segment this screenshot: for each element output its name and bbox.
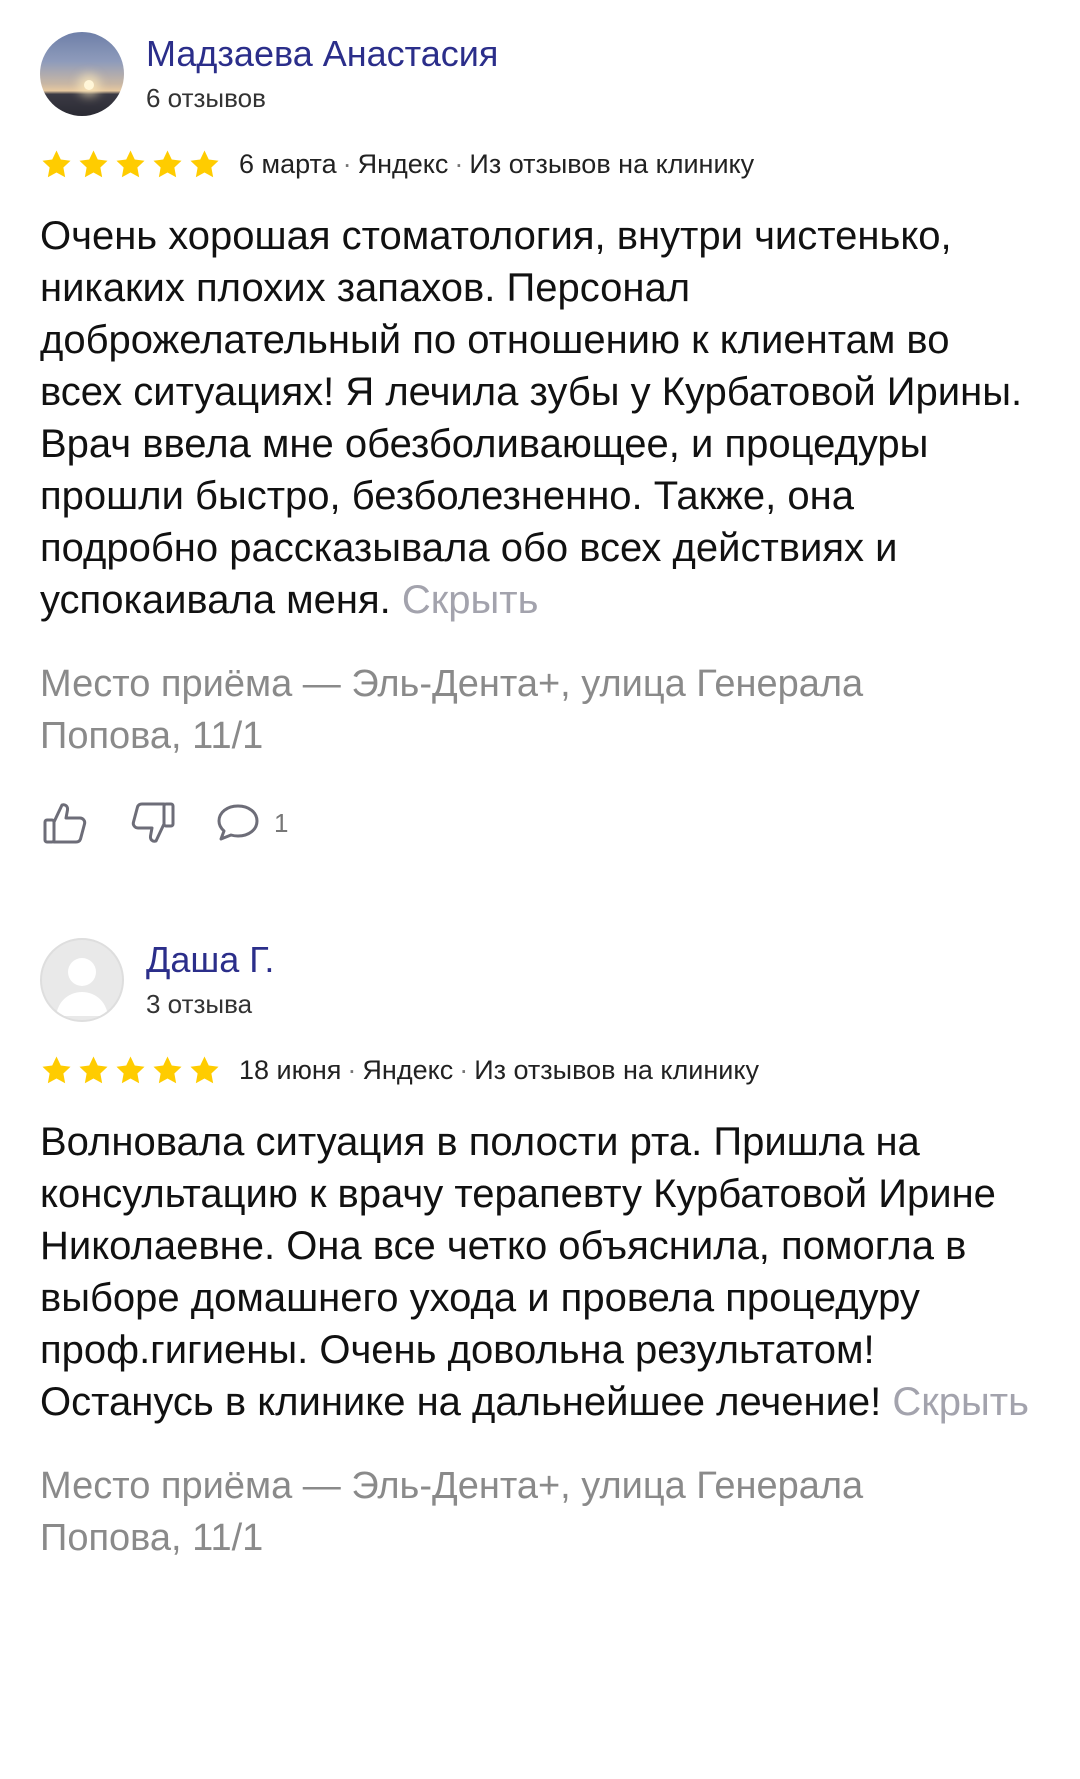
author-name-link[interactable]: Даша Г. — [146, 940, 274, 980]
meta-separator: · — [454, 149, 464, 179]
rating-row: 6 марта · Яндекс · Из отзывов на клинику — [40, 146, 1040, 182]
review-actions: 1 — [40, 796, 1040, 850]
star-icon — [79, 149, 108, 177]
star-rating — [40, 148, 221, 181]
review-place: Место приёма — Эль-Дента+, улица Генерал… — [40, 663, 864, 757]
thumbs-up-icon — [43, 803, 87, 844]
comment-icon — [217, 804, 259, 841]
star-icon — [190, 1055, 219, 1083]
star-icon — [42, 1055, 71, 1083]
star-icon — [79, 1055, 108, 1083]
author-review-count: 6 отзывов — [146, 83, 266, 113]
star-icon — [190, 149, 219, 177]
comments-button[interactable]: 1 — [212, 797, 288, 849]
user-placeholder-icon — [56, 958, 108, 1016]
meta-separator: · — [347, 1055, 357, 1085]
review-source: Яндекс — [362, 1055, 454, 1085]
dislike-button[interactable] — [126, 797, 178, 849]
star-icon — [153, 149, 182, 177]
meta-separator: · — [342, 149, 352, 179]
review-author: Мадзаева Анастасия 6 отзывов — [40, 32, 1040, 120]
author-review-count: 3 отзыва — [146, 989, 253, 1019]
meta-separator: · — [459, 1055, 469, 1085]
author-avatar[interactable] — [40, 32, 124, 116]
review-card: Мадзаева Анастасия 6 отзывов 6 марта · Янд… — [0, 0, 1080, 850]
author-meta: Даша Г. 3 отзыва — [146, 938, 274, 1020]
review-meta: 6 марта · Яндекс · Из отзывов на клинику — [239, 146, 754, 182]
review-author: Даша Г. 3 отзыва — [40, 938, 1040, 1026]
review-text: Волновала ситуация в полости рта. Пришла… — [40, 1116, 1040, 1428]
review-meta: 18 июня · Яндекс · Из отзывов на клинику — [239, 1052, 759, 1088]
like-button[interactable] — [40, 797, 92, 849]
avatar-photo-sun — [84, 80, 94, 90]
review-context: Из отзывов на клинику — [469, 149, 755, 179]
review-text: Очень хорошая стоматология, внутри чисте… — [40, 210, 1040, 626]
review-body: Очень хорошая стоматология, внутри чисте… — [40, 214, 1023, 622]
review-place: Место приёма — Эль-Дента+, улица Генерал… — [40, 1465, 864, 1559]
review-body: Волновала ситуация в полости рта. Пришла… — [40, 1120, 996, 1424]
star-icon — [153, 1055, 182, 1083]
review-date: 18 июня — [239, 1055, 342, 1085]
review-card: Даша Г. 3 отзыва 18 июня · Яндекс · Из отзыв… — [0, 850, 1080, 1564]
author-avatar[interactable] — [40, 938, 124, 1022]
hide-review-link[interactable]: Скрыть — [892, 1380, 1029, 1424]
review-date: 6 марта — [239, 149, 337, 179]
author-name-link[interactable]: Мадзаева Анастасия — [146, 34, 498, 74]
review-context: Из отзывов на клинику — [474, 1055, 759, 1085]
thumbs-down-icon — [131, 802, 175, 843]
author-meta: Мадзаева Анастасия 6 отзывов — [146, 32, 498, 114]
rating-row: 18 июня · Яндекс · Из отзывов на клинику — [40, 1052, 1040, 1088]
hide-review-link[interactable]: Скрыть — [402, 578, 539, 622]
star-icon — [116, 149, 145, 177]
star-icon — [116, 1055, 145, 1083]
comment-count: 1 — [274, 807, 289, 838]
star-rating — [40, 1054, 221, 1087]
review-source: Яндекс — [357, 149, 449, 179]
star-icon — [42, 149, 71, 177]
